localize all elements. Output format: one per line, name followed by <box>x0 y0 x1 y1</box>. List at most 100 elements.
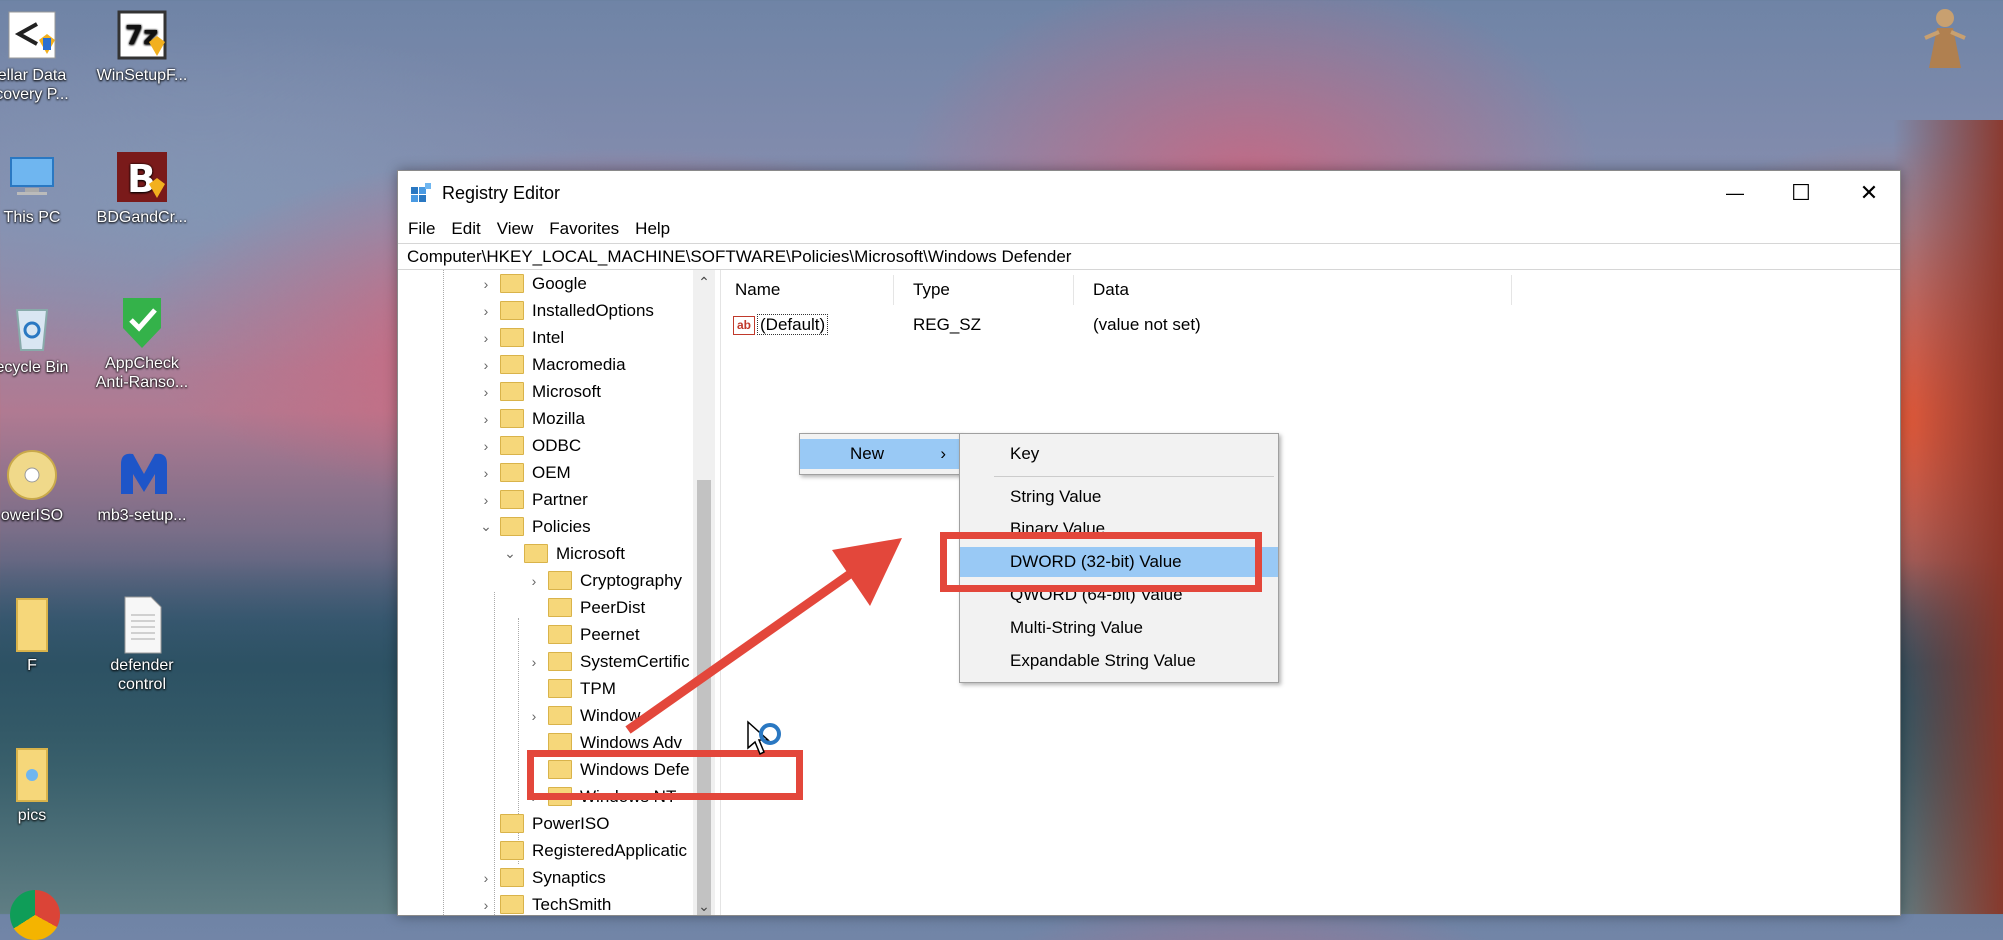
minimize-button[interactable]: — <box>1702 171 1768 215</box>
chevron-right-icon[interactable]: › <box>526 573 542 589</box>
desktop-icon-this-pc[interactable]: This PC <box>0 150 82 227</box>
tree-item-techsmith[interactable]: › TechSmith <box>478 891 611 915</box>
folder-icon <box>548 706 572 725</box>
menu-item-new[interactable]: New › <box>800 439 960 469</box>
value-row-data: (value not set) <box>1093 315 1201 334</box>
chevron-right-icon[interactable]: › <box>478 357 494 373</box>
tree-item-oem[interactable]: › OEM <box>478 459 571 486</box>
folder-icon <box>500 301 524 320</box>
folder-icon <box>500 355 524 374</box>
arrow-annotation <box>625 538 902 734</box>
desktop-icon-winsetup[interactable]: 7z WinSetupF... <box>92 8 192 85</box>
chevron-right-icon[interactable]: › <box>478 870 494 886</box>
folder-icon <box>500 841 524 860</box>
tree-item-installedoptions[interactable]: › InstalledOptions <box>478 297 654 324</box>
column-separator[interactable] <box>893 275 894 305</box>
computer-icon <box>5 150 59 204</box>
submenu-string-value[interactable]: String Value <box>960 482 1278 512</box>
chevron-down-icon[interactable]: ⌄ <box>502 545 518 562</box>
value-row-type: REG_SZ <box>913 315 982 334</box>
folder-icon <box>500 409 524 428</box>
chevron-right-icon[interactable]: › <box>478 465 494 481</box>
tree-item-partner[interactable]: › Partner <box>478 486 588 513</box>
folder-icon <box>500 814 524 833</box>
close-button[interactable]: ✕ <box>1836 171 1902 215</box>
chevron-right-icon[interactable]: › <box>478 438 494 454</box>
submenu-multi-string-value[interactable]: Multi-String Value <box>960 613 1278 643</box>
menu-favorites[interactable]: Favorites <box>549 219 619 239</box>
tree-item-intel[interactable]: › Intel <box>478 324 564 351</box>
value-row-name[interactable]: ab (Default) <box>733 314 829 336</box>
chevron-right-icon[interactable]: › <box>526 654 542 670</box>
tree-guide <box>443 270 444 915</box>
appcheck-icon <box>115 296 169 350</box>
chevron-right-icon[interactable]: › <box>478 276 494 292</box>
column-header-type[interactable]: Type <box>913 280 950 300</box>
submenu-key[interactable]: Key <box>960 439 1278 469</box>
folder-icon <box>500 436 524 455</box>
folder-icon <box>500 382 524 401</box>
chevron-right-icon[interactable]: › <box>526 708 542 724</box>
scroll-down-icon[interactable]: ⌄ <box>693 898 715 915</box>
svg-text:B: B <box>127 157 156 201</box>
tree-item-synaptics[interactable]: › Synaptics <box>478 864 606 891</box>
folder-icon <box>500 868 524 887</box>
malwarebytes-icon <box>115 448 169 502</box>
desktop-icon-bdgandcrab[interactable]: B BDGandCr... <box>92 150 192 227</box>
bitdefender-icon: B <box>115 150 169 204</box>
chevron-right-icon[interactable]: › <box>478 303 494 319</box>
desktop-icon-f-folder[interactable]: F <box>0 598 82 675</box>
document-icon <box>115 596 169 654</box>
column-separator[interactable] <box>1511 275 1512 305</box>
recycle-bin-icon <box>5 300 59 354</box>
tree-item-poweriso[interactable]: PowerISO <box>478 810 609 837</box>
chrome-icon[interactable] <box>10 890 60 940</box>
chevron-right-icon[interactable]: › <box>478 492 494 508</box>
folder-icon <box>500 274 524 293</box>
column-header-name[interactable]: Name <box>735 280 780 300</box>
chevron-right-icon[interactable]: › <box>478 897 494 913</box>
chevron-down-icon[interactable]: ⌄ <box>478 518 494 535</box>
chevron-right-icon[interactable]: › <box>478 411 494 427</box>
maximize-button[interactable]: ☐ <box>1768 171 1834 215</box>
scroll-up-icon[interactable]: ⌃ <box>693 274 715 291</box>
desktop-icon-mb3-setup[interactable]: mb3-setup... <box>92 448 192 525</box>
chevron-right-icon[interactable]: › <box>478 330 494 346</box>
desktop-icon-recycle-bin[interactable]: ecycle Bin <box>0 300 82 377</box>
tree-item-google[interactable]: › Google <box>478 270 587 297</box>
desktop-icon-appcheck[interactable]: AppCheck Anti-Ranso... <box>92 296 192 392</box>
folder-icon <box>500 895 524 914</box>
tree-item-policies[interactable]: ⌄ Policies <box>478 513 591 540</box>
desktop-icon-defender-control[interactable]: defender control <box>92 596 192 694</box>
column-separator[interactable] <box>1073 275 1074 305</box>
menu-help[interactable]: Help <box>635 219 670 239</box>
menu-view[interactable]: View <box>497 219 534 239</box>
folder-icon <box>548 625 572 644</box>
menu-edit[interactable]: Edit <box>451 219 480 239</box>
title-bar[interactable]: Registry Editor — ☐ ✕ <box>398 171 1900 215</box>
chevron-right-icon[interactable]: › <box>478 384 494 400</box>
tree-item-mozilla[interactable]: › Mozilla <box>478 405 585 432</box>
disc-icon <box>5 448 59 502</box>
folder-icon <box>500 463 524 482</box>
desktop-icon-pics[interactable]: pics <box>0 748 82 825</box>
context-menu: New › <box>799 433 961 475</box>
highlight-box-dword <box>940 532 1262 592</box>
address-bar[interactable]: Computer\HKEY_LOCAL_MACHINE\SOFTWARE\Pol… <box>398 243 1900 270</box>
registry-editor-icon <box>410 183 432 203</box>
chevron-right-icon: › <box>940 444 946 463</box>
tree-item-microsoft[interactable]: › Microsoft <box>478 378 601 405</box>
tree-item-registeredapplications[interactable]: RegisteredApplicatic <box>478 837 687 864</box>
folder-icon <box>548 679 572 698</box>
desktop-icon-poweriso[interactable]: owerISO <box>0 448 82 525</box>
folder-icon <box>548 598 572 617</box>
tree-item-macromedia[interactable]: › Macromedia <box>478 351 626 378</box>
folder-icon <box>500 328 524 347</box>
pictures-folder-icon <box>5 748 59 802</box>
submenu-expandable-string-value[interactable]: Expandable String Value <box>960 646 1278 676</box>
menu-file[interactable]: File <box>408 219 435 239</box>
column-header-data[interactable]: Data <box>1093 280 1129 300</box>
tree-item-odbc[interactable]: › ODBC <box>478 432 581 459</box>
menu-separator <box>994 476 1274 477</box>
desktop-icon-data-recovery[interactable]: ellar Data covery P... <box>0 8 82 104</box>
